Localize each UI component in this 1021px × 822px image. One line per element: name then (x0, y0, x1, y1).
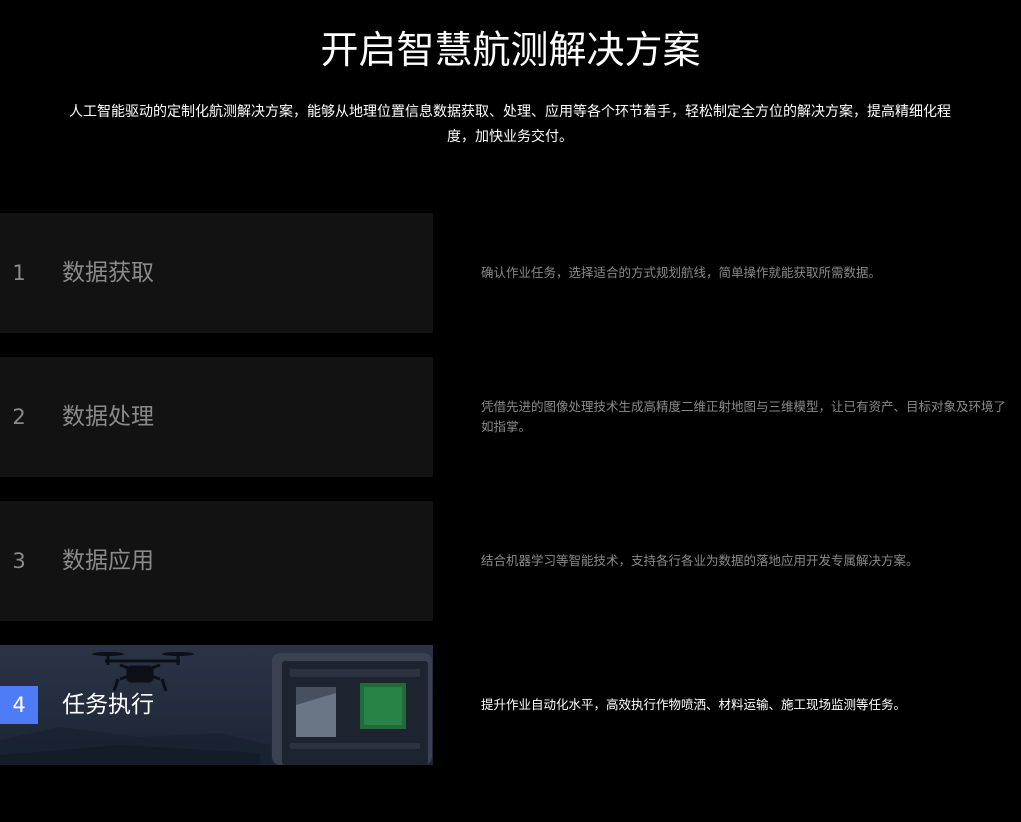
step-tab-data-application[interactable]: 3 数据应用 (0, 501, 433, 621)
step-description-text: 结合机器学习等智能技术，支持各行各业为数据的落地应用开发专属解决方案。 (481, 553, 919, 568)
step-item-task-execution: 4 任务执行 提升作业自动化水平，高效执行作物喷洒、材料运输、施工现场监测等任务… (0, 645, 1021, 765)
step-number: 4 (0, 686, 38, 724)
step-description-text: 提升作业自动化水平，高效执行作物喷洒、材料运输、施工现场监测等任务。 (481, 697, 907, 712)
step-label: 任务执行 (62, 692, 154, 718)
step-tab-data-processing[interactable]: 2 数据处理 (0, 357, 433, 477)
step-label: 数据处理 (62, 404, 154, 430)
step-number: 2 (12, 405, 26, 429)
step-number: 3 (12, 549, 26, 573)
step-description: 提升作业自动化水平，高效执行作物喷洒、材料运输、施工现场监测等任务。 (481, 645, 1017, 765)
step-tab-task-execution[interactable]: 4 任务执行 (0, 645, 433, 765)
step-description: 结合机器学习等智能技术，支持各行各业为数据的落地应用开发专属解决方案。 (481, 501, 1017, 621)
step-label: 数据应用 (62, 548, 154, 574)
step-description: 凭借先进的图像处理技术生成高精度二维正射地图与三维模型，让已有资产、目标对象及环… (481, 357, 1017, 477)
step-description: 确认作业任务，选择适合的方式规划航线，简单操作就能获取所需数据。 (481, 213, 1017, 333)
step-item-data-application: 3 数据应用 结合机器学习等智能技术，支持各行各业为数据的落地应用开发专属解决方… (0, 501, 1021, 621)
step-item-data-processing: 2 数据处理 凭借先进的图像处理技术生成高精度二维正射地图与三维模型，让已有资产… (0, 357, 1021, 477)
step-number: 1 (12, 261, 26, 285)
step-label: 数据获取 (62, 260, 154, 286)
step-description-text: 确认作业任务，选择适合的方式规划航线，简单操作就能获取所需数据。 (481, 265, 882, 280)
steps-list: 1 数据获取 确认作业任务，选择适合的方式规划航线，简单操作就能获取所需数据。 … (0, 213, 1021, 789)
step-tab-data-acquisition[interactable]: 1 数据获取 (0, 213, 433, 333)
page: 开启智慧航测解决方案 人工智能驱动的定制化航测解决方案，能够从地理位置信息数据获… (0, 0, 1021, 822)
page-title: 开启智慧航测解决方案 (320, 28, 701, 72)
step-description-text: 凭借先进的图像处理技术生成高精度二维正射地图与三维模型，让已有资产、目标对象及环… (481, 399, 1007, 434)
page-subtitle: 人工智能驱动的定制化航测解决方案，能够从地理位置信息数据获取、处理、应用等各个环… (69, 104, 951, 145)
step-item-data-acquisition: 1 数据获取 确认作业任务，选择适合的方式规划航线，简单操作就能获取所需数据。 (0, 213, 1021, 333)
